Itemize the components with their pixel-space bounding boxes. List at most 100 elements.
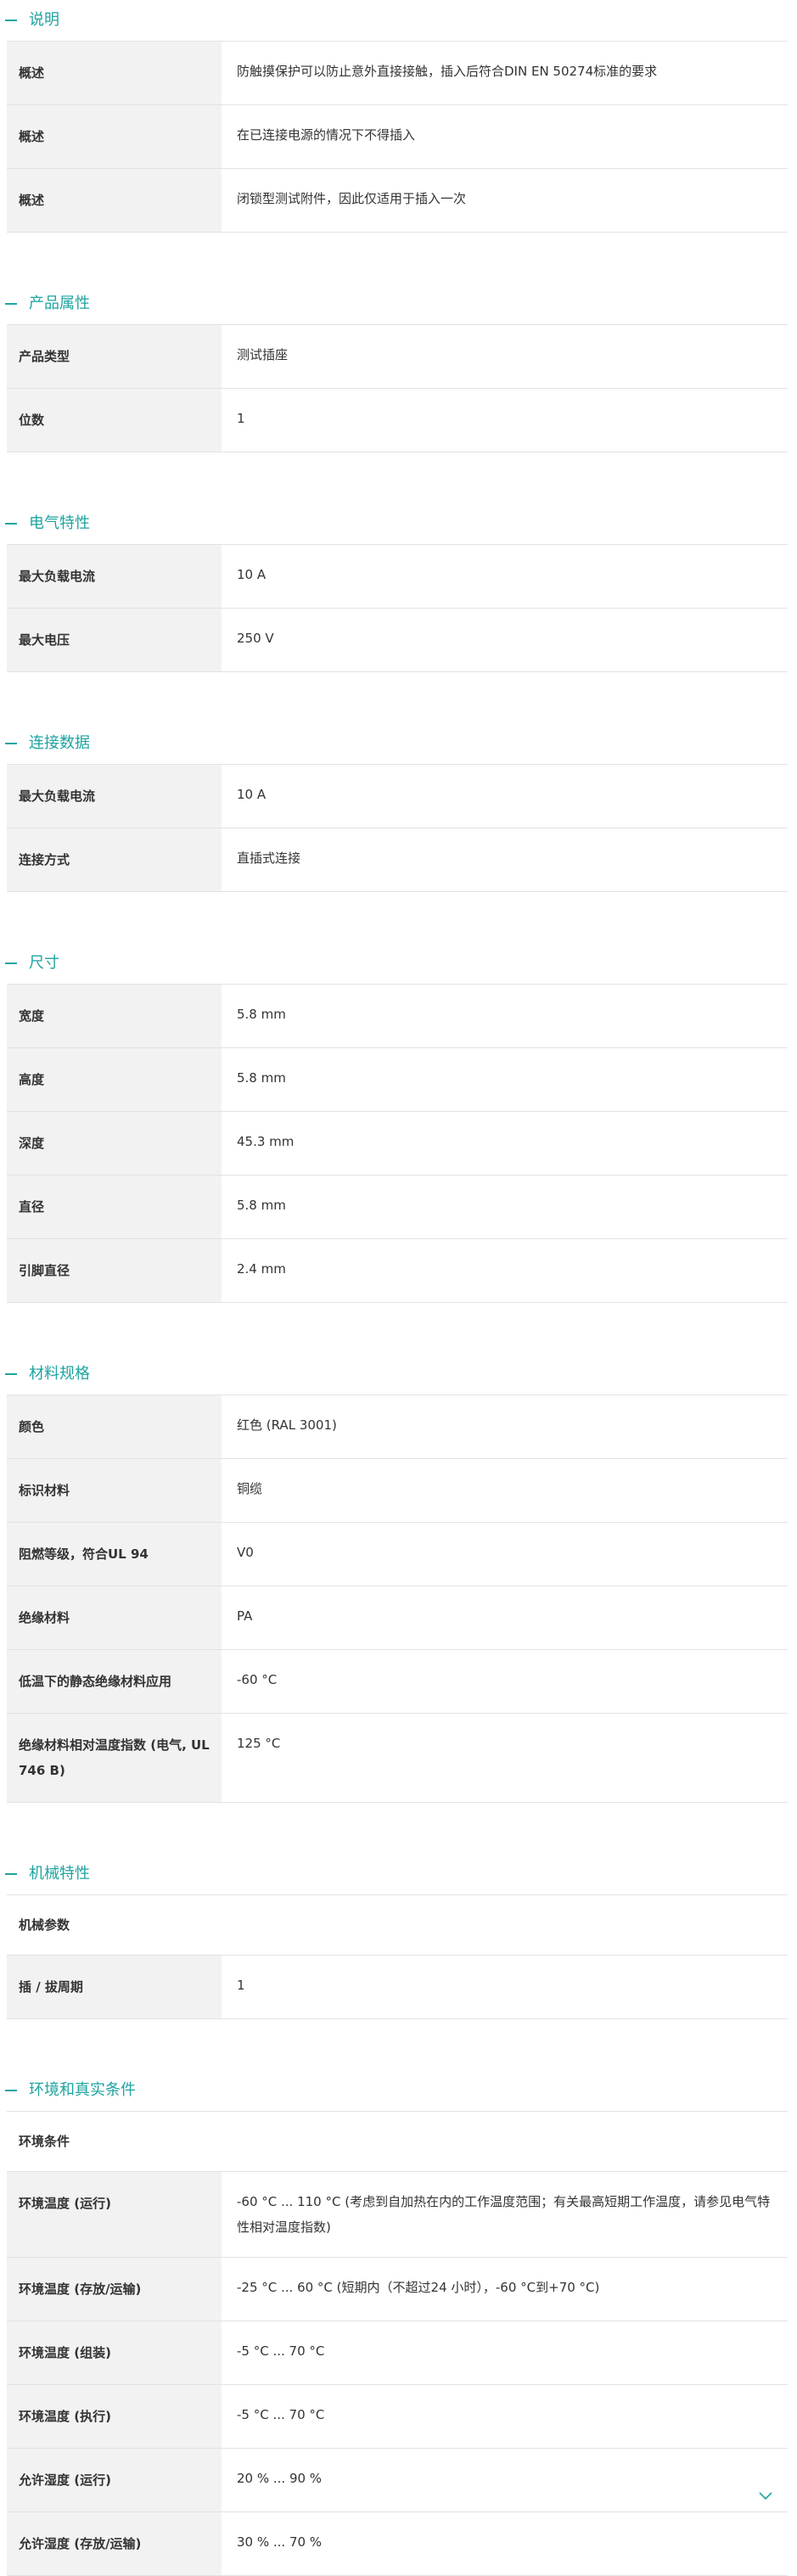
row-value: 250 V — [237, 631, 274, 646]
minus-icon — [5, 1873, 17, 1875]
row-value: 闭锁型测试附件，因此仅适用于插入一次 — [237, 191, 467, 206]
row-label: 颜色 — [7, 1395, 222, 1458]
section-header-materials[interactable]: 材料规格 — [0, 1354, 797, 1395]
row-label: 引脚直径 — [7, 1239, 222, 1302]
section-header-product-properties[interactable]: 产品属性 — [0, 283, 797, 324]
minus-icon — [5, 1373, 17, 1375]
row-value: -25 °C ... 60 °C (短期内（不超过24 小时），-60 °C到+… — [237, 2280, 600, 2295]
table-row: 最大负载电流 10 A — [7, 765, 788, 828]
section-title: 连接数据 — [29, 734, 90, 752]
table-row: 位数 1 — [7, 389, 788, 452]
minus-icon — [5, 20, 17, 21]
minus-icon — [5, 743, 17, 744]
spec-table: 最大负载电流 10 A 连接方式 直插式连接 — [7, 764, 788, 892]
section-header-electrical[interactable]: 电气特性 — [0, 503, 797, 544]
table-row: 环境温度 (执行) -5 °C ... 70 °C — [7, 2385, 788, 2449]
table-row: 标识材料 铜缆 — [7, 1459, 788, 1523]
section-header-dimensions[interactable]: 尺寸 — [0, 943, 797, 984]
row-label: 插 / 拔周期 — [7, 1956, 222, 2018]
row-value: 20 % ... 90 % — [237, 2471, 323, 2486]
section-title: 环境和真实条件 — [29, 2081, 136, 2099]
row-label: 标识材料 — [7, 1459, 222, 1522]
table-row: 低温下的静态绝缘材料应用 -60 °C — [7, 1650, 788, 1714]
row-value: 5.8 mm — [237, 1198, 286, 1213]
section-environment: 环境和真实条件 环境条件 环境温度 (运行) -60 °C ... 110 °C… — [0, 2070, 797, 2576]
row-value: PA — [237, 1608, 253, 1624]
row-label: 最大电压 — [7, 609, 222, 671]
table-row: 宽度 5.8 mm — [7, 985, 788, 1048]
section-electrical: 电气特性 最大负载电流 10 A 最大电压 250 V — [0, 503, 797, 723]
table-row: 环境温度 (存放/运输) -25 °C ... 60 °C (短期内（不超过24… — [7, 2258, 788, 2321]
row-label: 深度 — [7, 1112, 222, 1175]
row-value: -60 °C — [237, 1672, 278, 1687]
row-value: 1 — [237, 1978, 245, 1993]
section-materials: 材料规格 颜色 红色 (RAL 3001) 标识材料 铜缆 阻燃等级，符合UL … — [0, 1354, 797, 1854]
section-title: 产品属性 — [29, 295, 90, 312]
row-value: 5.8 mm — [237, 1070, 286, 1086]
section-title: 尺寸 — [29, 954, 59, 972]
row-label: 最大负载电流 — [7, 765, 222, 828]
section-product-properties: 产品属性 产品类型 测试插座 位数 1 — [0, 283, 797, 503]
row-value: 铜缆 — [237, 1481, 263, 1496]
table-row: 概述 闭锁型测试附件，因此仅适用于插入一次 — [7, 169, 788, 233]
minus-icon — [5, 2090, 17, 2091]
table-row: 允许湿度 (存放/运输) 30 % ... 70 % — [7, 2512, 788, 2576]
spec-page: 说明 概述 防触摸保护可以防止意外直接接触，插入后符合DIN EN 50274标… — [0, 0, 797, 2576]
row-label: 高度 — [7, 1048, 222, 1111]
row-label: 环境温度 (组装) — [7, 2321, 222, 2384]
section-title: 电气特性 — [29, 514, 90, 532]
row-label: 绝缘材料 — [7, 1586, 222, 1649]
row-label: 低温下的静态绝缘材料应用 — [7, 1650, 222, 1713]
row-label: 绝缘材料相对温度指数 (电气, UL 746 B) — [7, 1714, 222, 1802]
table-row: 概述 在已连接电源的情况下不得插入 — [7, 105, 788, 169]
row-value: 10 A — [237, 787, 267, 802]
section-header-description[interactable]: 说明 — [0, 0, 797, 41]
section-title: 说明 — [29, 11, 59, 29]
row-value: 红色 (RAL 3001) — [237, 1417, 337, 1433]
row-label: 环境温度 (存放/运输) — [7, 2258, 222, 2321]
table-row: 绝缘材料相对温度指数 (电气, UL 746 B) 125 °C — [7, 1714, 788, 1803]
section-title: 机械特性 — [29, 1865, 90, 1883]
row-label: 宽度 — [7, 985, 222, 1047]
table-row: 产品类型 测试插座 — [7, 325, 788, 389]
table-row: 插 / 拔周期 1 — [7, 1956, 788, 2019]
table-row: 引脚直径 2.4 mm — [7, 1239, 788, 1303]
table-row: 概述 防触摸保护可以防止意外直接接触，插入后符合DIN EN 50274标准的要… — [7, 42, 788, 105]
section-title: 材料规格 — [29, 1365, 90, 1383]
spec-table: 产品类型 测试插座 位数 1 — [7, 324, 788, 452]
section-header-connection[interactable]: 连接数据 — [0, 723, 797, 764]
table-row: 最大负载电流 10 A — [7, 545, 788, 609]
row-value: -5 °C ... 70 °C — [237, 2407, 325, 2422]
row-value: V0 — [237, 1545, 254, 1560]
table-row: 环境温度 (组装) -5 °C ... 70 °C — [7, 2321, 788, 2385]
section-header-environment[interactable]: 环境和真实条件 — [0, 2070, 797, 2111]
spec-table: 最大负载电流 10 A 最大电压 250 V — [7, 544, 788, 672]
row-value: 在已连接电源的情况下不得插入 — [237, 127, 416, 143]
row-label: 产品类型 — [7, 325, 222, 388]
table-row: 环境温度 (运行) -60 °C ... 110 °C (考虑到自加热在内的工作… — [7, 2172, 788, 2258]
table-row: 最大电压 250 V — [7, 609, 788, 672]
spec-table: 概述 防触摸保护可以防止意外直接接触，插入后符合DIN EN 50274标准的要… — [7, 41, 788, 233]
table-group-row: 机械参数 — [7, 1895, 788, 1956]
chevron-down-icon[interactable] — [757, 2490, 774, 2502]
row-label: 阻燃等级，符合UL 94 — [7, 1523, 222, 1585]
row-label: 连接方式 — [7, 828, 222, 891]
row-value: 10 A — [237, 567, 267, 582]
table-row: 连接方式 直插式连接 — [7, 828, 788, 892]
spec-table: 宽度 5.8 mm 高度 5.8 mm 深度 45.3 mm 直径 5.8 mm… — [7, 984, 788, 1303]
row-value: 测试插座 — [237, 347, 289, 362]
row-label: 概述 — [7, 42, 222, 104]
table-row: 阻燃等级，符合UL 94 V0 — [7, 1523, 788, 1586]
group-label: 环境条件 — [7, 2112, 788, 2171]
row-value: 2.4 mm — [237, 1261, 286, 1277]
row-label: 允许湿度 (运行) — [7, 2449, 222, 2511]
table-row: 绝缘材料 PA — [7, 1586, 788, 1650]
section-header-mechanical[interactable]: 机械特性 — [0, 1854, 797, 1894]
row-label: 环境温度 (执行) — [7, 2385, 222, 2448]
row-value: 1 — [237, 411, 245, 426]
row-label: 直径 — [7, 1176, 222, 1238]
row-label: 允许湿度 (存放/运输) — [7, 2512, 222, 2575]
row-value: 125 °C — [237, 1736, 281, 1751]
section-description: 说明 概述 防触摸保护可以防止意外直接接触，插入后符合DIN EN 50274标… — [0, 0, 797, 283]
row-value: 5.8 mm — [237, 1007, 286, 1022]
